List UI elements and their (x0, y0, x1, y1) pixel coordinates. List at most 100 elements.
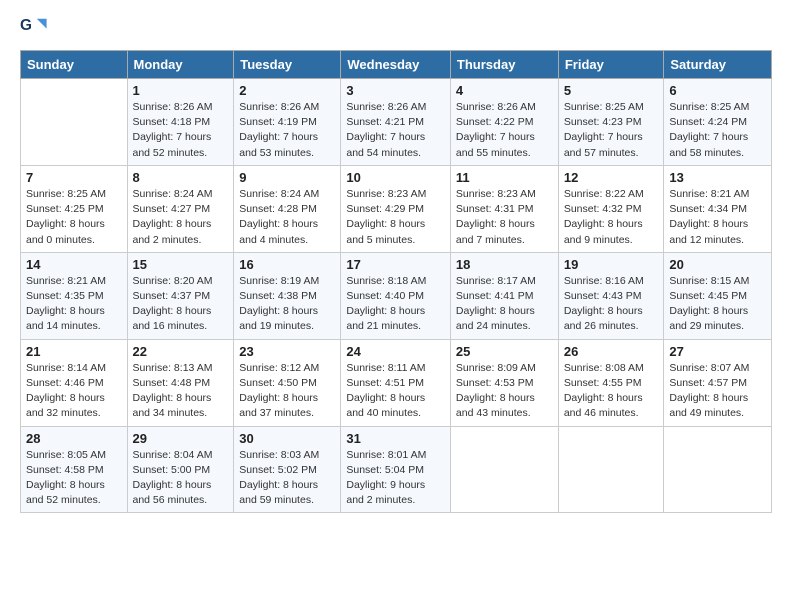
day-info: Sunrise: 8:03 AM Sunset: 5:02 PM Dayligh… (239, 448, 335, 509)
calendar-cell: 31Sunrise: 8:01 AM Sunset: 5:04 PM Dayli… (341, 426, 451, 513)
day-number: 14 (26, 257, 122, 272)
day-info: Sunrise: 8:26 AM Sunset: 4:19 PM Dayligh… (239, 100, 335, 161)
day-info: Sunrise: 8:25 AM Sunset: 4:24 PM Dayligh… (669, 100, 766, 161)
day-info: Sunrise: 8:25 AM Sunset: 4:23 PM Dayligh… (564, 100, 659, 161)
calendar-cell: 7 Sunrise: 8:25 AM Sunset: 4:25 PM Daylig… (21, 165, 128, 252)
week-row-1: 1 Sunrise: 8:26 AM Sunset: 4:18 PM Daylig… (21, 79, 772, 166)
day-number: 25 (456, 344, 553, 359)
day-number: 28 (26, 431, 122, 446)
day-number: 19 (564, 257, 659, 272)
day-info: Sunrise: 8:26 AM Sunset: 4:22 PM Dayligh… (456, 100, 553, 161)
day-info: Sunrise: 8:09 AM Sunset: 4:53 PM Dayligh… (456, 361, 553, 422)
day-info: Sunrise: 8:08 AM Sunset: 4:55 PM Dayligh… (564, 361, 659, 422)
calendar-cell: 20Sunrise: 8:15 AM Sunset: 4:45 PM Dayli… (664, 252, 772, 339)
calendar-cell: 22Sunrise: 8:13 AM Sunset: 4:48 PM Dayli… (127, 339, 234, 426)
day-info: Sunrise: 8:21 AM Sunset: 4:35 PM Dayligh… (26, 274, 122, 335)
header: G (20, 16, 772, 44)
calendar-cell: 29 Sunrise: 8:04 AM Sunset: 5:00 PM Dayli… (127, 426, 234, 513)
calendar-cell: 18 Sunrise: 8:17 AM Sunset: 4:41 PM Dayli… (450, 252, 558, 339)
day-info: Sunrise: 8:23 AM Sunset: 4:31 PM Dayligh… (456, 187, 553, 248)
day-number: 12 (564, 170, 659, 185)
day-info: Sunrise: 8:20 AM Sunset: 4:37 PM Dayligh… (133, 274, 229, 335)
day-info: Sunrise: 8:05 AM Sunset: 4:58 PM Dayligh… (26, 448, 122, 509)
calendar-table: SundayMondayTuesdayWednesdayThursdayFrid… (20, 50, 772, 513)
day-info: Sunrise: 8:11 AM Sunset: 4:51 PM Dayligh… (346, 361, 445, 422)
day-info: Sunrise: 8:24 AM Sunset: 4:27 PM Dayligh… (133, 187, 229, 248)
header-day-thursday: Thursday (450, 51, 558, 79)
day-number: 9 (239, 170, 335, 185)
day-info: Sunrise: 8:18 AM Sunset: 4:40 PM Dayligh… (346, 274, 445, 335)
calendar-cell: 26 Sunrise: 8:08 AM Sunset: 4:55 PM Dayli… (558, 339, 664, 426)
day-number: 3 (346, 83, 445, 98)
day-number: 23 (239, 344, 335, 359)
header-day-sunday: Sunday (21, 51, 128, 79)
header-day-saturday: Saturday (664, 51, 772, 79)
day-number: 13 (669, 170, 766, 185)
calendar-cell: 6 Sunrise: 8:25 AM Sunset: 4:24 PM Daylig… (664, 79, 772, 166)
calendar-cell (664, 426, 772, 513)
day-number: 1 (133, 83, 229, 98)
calendar-body: 1 Sunrise: 8:26 AM Sunset: 4:18 PM Daylig… (21, 79, 772, 513)
day-number: 26 (564, 344, 659, 359)
calendar-cell: 19 Sunrise: 8:16 AM Sunset: 4:43 PM Dayli… (558, 252, 664, 339)
day-number: 8 (133, 170, 229, 185)
calendar-cell: 12 Sunrise: 8:22 AM Sunset: 4:32 PM Dayli… (558, 165, 664, 252)
calendar-cell: 9 Sunrise: 8:24 AM Sunset: 4:28 PM Daylig… (234, 165, 341, 252)
header-day-tuesday: Tuesday (234, 51, 341, 79)
day-number: 24 (346, 344, 445, 359)
day-info: Sunrise: 8:14 AM Sunset: 4:46 PM Dayligh… (26, 361, 122, 422)
calendar-cell: 27 Sunrise: 8:07 AM Sunset: 4:57 PM Dayli… (664, 339, 772, 426)
calendar-cell: 11 Sunrise: 8:23 AM Sunset: 4:31 PM Dayli… (450, 165, 558, 252)
calendar-cell: 8 Sunrise: 8:24 AM Sunset: 4:27 PM Daylig… (127, 165, 234, 252)
day-number: 6 (669, 83, 766, 98)
day-number: 21 (26, 344, 122, 359)
day-number: 2 (239, 83, 335, 98)
calendar-cell: 30 Sunrise: 8:03 AM Sunset: 5:02 PM Dayli… (234, 426, 341, 513)
day-number: 17 (346, 257, 445, 272)
calendar-cell: 16 Sunrise: 8:19 AM Sunset: 4:38 PM Dayli… (234, 252, 341, 339)
header-day-wednesday: Wednesday (341, 51, 451, 79)
day-info: Sunrise: 8:26 AM Sunset: 4:21 PM Dayligh… (346, 100, 445, 161)
svg-text:G: G (20, 17, 32, 34)
day-number: 29 (133, 431, 229, 446)
day-info: Sunrise: 8:26 AM Sunset: 4:18 PM Dayligh… (133, 100, 229, 161)
day-number: 7 (26, 170, 122, 185)
day-info: Sunrise: 8:25 AM Sunset: 4:25 PM Dayligh… (26, 187, 122, 248)
calendar-cell: 10 Sunrise: 8:23 AM Sunset: 4:29 PM Dayli… (341, 165, 451, 252)
week-row-3: 14 Sunrise: 8:21 AM Sunset: 4:35 PM Dayli… (21, 252, 772, 339)
day-info: Sunrise: 8:12 AM Sunset: 4:50 PM Dayligh… (239, 361, 335, 422)
day-number: 22 (133, 344, 229, 359)
day-info: Sunrise: 8:16 AM Sunset: 4:43 PM Dayligh… (564, 274, 659, 335)
day-info: Sunrise: 8:19 AM Sunset: 4:38 PM Dayligh… (239, 274, 335, 335)
calendar-cell: 21 Sunrise: 8:14 AM Sunset: 4:46 PM Dayli… (21, 339, 128, 426)
day-number: 5 (564, 83, 659, 98)
week-row-4: 21 Sunrise: 8:14 AM Sunset: 4:46 PM Dayli… (21, 339, 772, 426)
calendar-cell: 28 Sunrise: 8:05 AM Sunset: 4:58 PM Dayli… (21, 426, 128, 513)
day-info: Sunrise: 8:22 AM Sunset: 4:32 PM Dayligh… (564, 187, 659, 248)
logo-icon: G (20, 16, 48, 44)
day-number: 4 (456, 83, 553, 98)
header-day-friday: Friday (558, 51, 664, 79)
calendar-cell: 14 Sunrise: 8:21 AM Sunset: 4:35 PM Dayli… (21, 252, 128, 339)
day-number: 20 (669, 257, 766, 272)
week-row-5: 28 Sunrise: 8:05 AM Sunset: 4:58 PM Dayli… (21, 426, 772, 513)
day-number: 16 (239, 257, 335, 272)
day-number: 11 (456, 170, 553, 185)
day-info: Sunrise: 8:04 AM Sunset: 5:00 PM Dayligh… (133, 448, 229, 509)
calendar-cell: 3 Sunrise: 8:26 AM Sunset: 4:21 PM Daylig… (341, 79, 451, 166)
header-day-monday: Monday (127, 51, 234, 79)
week-row-2: 7 Sunrise: 8:25 AM Sunset: 4:25 PM Daylig… (21, 165, 772, 252)
day-number: 18 (456, 257, 553, 272)
day-info: Sunrise: 8:24 AM Sunset: 4:28 PM Dayligh… (239, 187, 335, 248)
day-number: 30 (239, 431, 335, 446)
day-info: Sunrise: 8:01 AM Sunset: 5:04 PM Dayligh… (346, 448, 445, 509)
day-number: 27 (669, 344, 766, 359)
day-info: Sunrise: 8:23 AM Sunset: 4:29 PM Dayligh… (346, 187, 445, 248)
day-info: Sunrise: 8:17 AM Sunset: 4:41 PM Dayligh… (456, 274, 553, 335)
calendar-cell: 17 Sunrise: 8:18 AM Sunset: 4:40 PM Dayli… (341, 252, 451, 339)
day-number: 10 (346, 170, 445, 185)
calendar-cell: 24 Sunrise: 8:11 AM Sunset: 4:51 PM Dayli… (341, 339, 451, 426)
day-info: Sunrise: 8:07 AM Sunset: 4:57 PM Dayligh… (669, 361, 766, 422)
calendar-cell: 5 Sunrise: 8:25 AM Sunset: 4:23 PM Daylig… (558, 79, 664, 166)
day-info: Sunrise: 8:21 AM Sunset: 4:34 PM Dayligh… (669, 187, 766, 248)
